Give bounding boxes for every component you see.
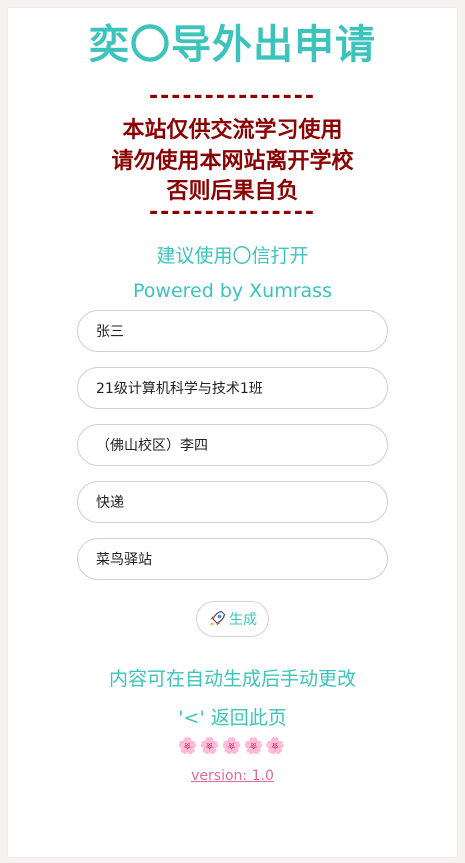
version-link[interactable]: version: 1.0: [0, 768, 465, 784]
edit-note: 内容可在自动生成后手动更改: [108, 668, 356, 690]
warning-divider-top: ---------------: [149, 84, 316, 109]
generate-button[interactable]: 生成: [196, 601, 269, 637]
flower-decoration: 🌸🌸🌸🌸🌸: [177, 736, 288, 755]
name-field[interactable]: [77, 310, 388, 352]
destination-field[interactable]: [77, 538, 388, 580]
warning-divider-bottom: ---------------: [149, 200, 316, 225]
powered-by: Powered by Xumrass: [133, 280, 332, 302]
open-tip: 建议使用〇信打开: [156, 245, 309, 267]
page-title: 奕〇导外出申请: [89, 22, 376, 68]
warning-line-1: 本站仅供交流学习使用: [122, 118, 343, 143]
rocket-icon: [208, 610, 226, 628]
counselor-field[interactable]: [77, 424, 388, 466]
back-link[interactable]: '<' 返回此页: [0, 703, 465, 730]
warning-line-2: 请勿使用本网站离开学校: [111, 149, 354, 174]
generate-button-label: 生成: [229, 612, 257, 628]
reason-field[interactable]: [77, 481, 388, 523]
class-field[interactable]: [77, 367, 388, 409]
